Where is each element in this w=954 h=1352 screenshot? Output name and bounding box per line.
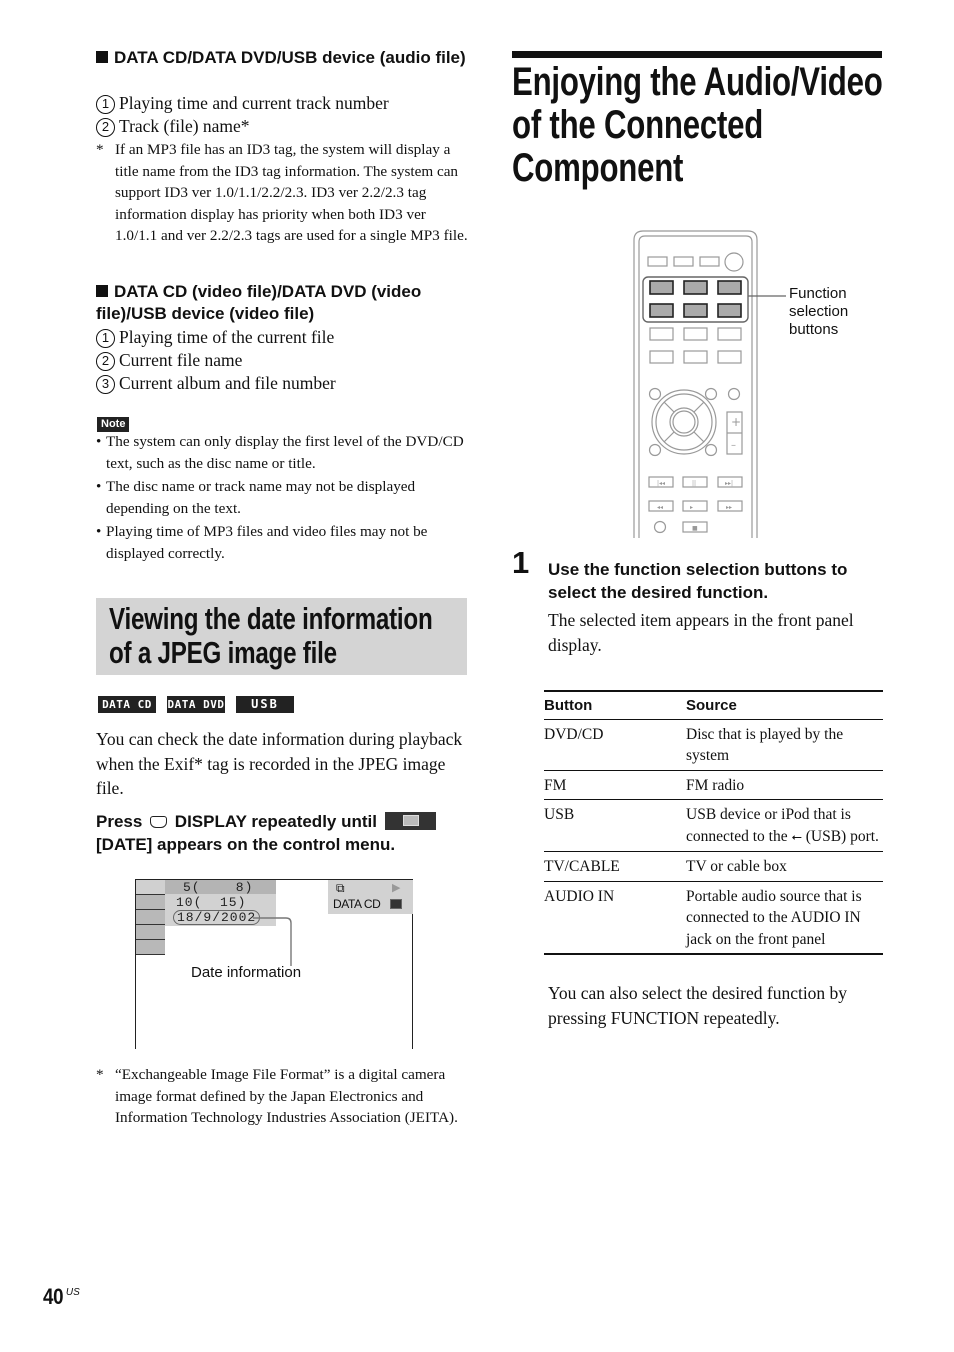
video-file-heading: DATA CD (video file)/DATA DVD (video fil…	[96, 282, 422, 323]
svg-text:▸▸: ▸▸	[726, 504, 732, 511]
note-bullet: • The disc name or track name may not be …	[96, 478, 416, 517]
badge-data-cd: DATA CD	[98, 696, 156, 713]
osd-screen: 5( 8) 10( 15) 18/9/2002 ⧉ ▶ DATA CD Date…	[135, 879, 413, 1049]
square-bullet-icon	[96, 285, 108, 297]
table-row: AUDIO IN Portable audio source that is c…	[544, 881, 883, 955]
date-information-callout: Date information	[191, 964, 302, 981]
video-item-1: 1 Playing time of the current file	[96, 326, 476, 349]
main-title: Enjoying the Audio/Video of the Connecte…	[512, 60, 883, 190]
audio-item-2: 2 Track (file) name*	[96, 115, 476, 138]
badge-usb: USB	[236, 696, 294, 713]
note-bullet: • Playing time of MP3 files and video fil…	[96, 523, 428, 562]
table-row: TV/CABLE TV or cable box	[544, 851, 883, 882]
note-label: Note	[97, 414, 130, 432]
circled-number-2-icon: 2	[96, 118, 115, 137]
step-number: 1	[512, 545, 530, 580]
svg-text:|◂◂: |◂◂	[657, 480, 665, 487]
table-row: DVD/CD Disc that is played by the system	[544, 719, 883, 771]
column-header-button: Button	[544, 690, 686, 720]
audio-items-list: 1 Playing time and current track number 2…	[96, 92, 476, 138]
circled-number-1-icon: 1	[96, 95, 115, 114]
svg-text:+: +	[731, 415, 741, 429]
badge-data-dvd: DATA DVD	[167, 696, 225, 713]
function-source-table: Button Source DVD/CD Disc that is played…	[544, 690, 883, 955]
jpeg-section-title-box: Viewing the date information of a JPEG i…	[96, 598, 467, 675]
page-number: 40 US	[43, 1284, 80, 1309]
audio-file-heading: DATA CD/DATA DVD/USB device (audio file)	[96, 47, 471, 69]
svg-text:▸: ▸	[690, 504, 693, 511]
circled-number-2-icon: 2	[96, 352, 115, 371]
jpeg-section-title: Viewing the date information of a JPEG i…	[109, 601, 433, 670]
id3-footnote: * If an MP3 file has an ID3 tag, the sys…	[96, 141, 468, 244]
date-menu-icon	[384, 812, 436, 830]
video-item-3: 3 Current album and file number	[96, 372, 476, 395]
svg-text:■: ■	[692, 525, 698, 532]
title-rule	[512, 51, 882, 58]
video-items-list: 1 Playing time of the current file 2 Curre…	[96, 326, 476, 395]
closing-text: You can also select the desired function…	[548, 983, 848, 1028]
video-item-2: 2 Current file name	[96, 349, 476, 372]
jpeg-intro: You can check the date information durin…	[96, 729, 463, 798]
table-row: USB USB device or iPod that is connected…	[544, 799, 883, 852]
step-body: The selected item appears in the front p…	[548, 610, 854, 655]
display-button-icon	[150, 816, 168, 828]
column-header-source: Source	[686, 690, 883, 720]
audio-item-1: 1 Playing time and current track number	[96, 92, 476, 115]
circled-number-1-icon: 1	[96, 329, 115, 348]
step-heading: Use the function selection buttons to se…	[548, 560, 848, 602]
note-list: • The system can only display the first l…	[96, 431, 471, 566]
svg-text:▸▸|: ▸▸|	[725, 480, 733, 487]
note-bullet: • The system can only display the first l…	[96, 433, 464, 472]
region-code: US	[65, 1287, 80, 1298]
svg-text:◂◂: ◂◂	[657, 504, 663, 511]
circled-number-3-icon: 3	[96, 375, 115, 394]
remote-control-illustration: |◂◂ || ▸▸| ◂◂ ▸ ▸▸ ■ +–	[633, 230, 786, 538]
svg-text:–: –	[731, 440, 736, 451]
svg-text:||: ||	[692, 480, 696, 487]
jpeg-instruction: Press DISPLAY repeatedly until [DATE] ap…	[96, 810, 476, 856]
exif-footnote: * “Exchangeable Image File Format” is a …	[96, 1066, 458, 1126]
usb-port-icon: ⭠	[791, 829, 802, 845]
square-bullet-icon	[96, 51, 108, 63]
table-row: FM FM radio	[544, 770, 883, 800]
function-selection-callout: Function selection buttons	[789, 285, 849, 338]
table-header-row: Button Source	[544, 690, 883, 720]
